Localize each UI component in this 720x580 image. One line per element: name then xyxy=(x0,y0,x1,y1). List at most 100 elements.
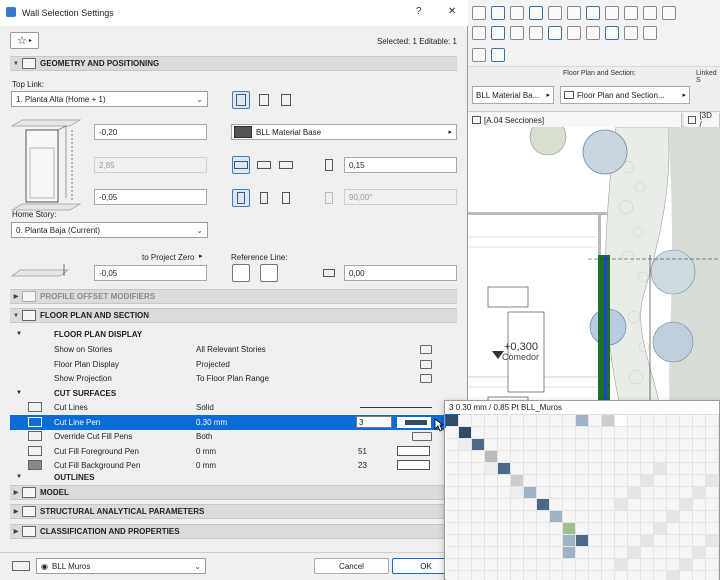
pen-swatch[interactable] xyxy=(472,535,485,547)
pen-swatch[interactable] xyxy=(576,499,589,511)
pen-swatch[interactable] xyxy=(641,523,654,535)
pen-swatch[interactable] xyxy=(511,547,524,559)
pen-swatch[interactable] xyxy=(459,427,472,439)
pen-swatch[interactable] xyxy=(602,451,615,463)
pen-swatch[interactable] xyxy=(706,535,719,547)
pen-swatch[interactable] xyxy=(498,535,511,547)
pen-swatch[interactable] xyxy=(563,523,576,535)
pen-swatch[interactable] xyxy=(589,547,602,559)
pen-swatch[interactable] xyxy=(485,523,498,535)
pen-swatch[interactable] xyxy=(628,523,641,535)
pen-swatch[interactable] xyxy=(589,427,602,439)
pen-swatch[interactable] xyxy=(446,463,459,475)
pen-swatch[interactable] xyxy=(550,427,563,439)
view-tab-3d[interactable]: [3D / xyxy=(684,111,720,129)
top-link-dropdown[interactable]: 1. Planta Alta (Home + 1) ⌄ xyxy=(11,91,208,107)
pen-swatch[interactable] xyxy=(628,463,641,475)
pen-swatch[interactable] xyxy=(628,439,641,451)
pen-swatch[interactable] xyxy=(589,571,602,580)
tree-row-cut-lines[interactable]: Cut Lines Solid xyxy=(10,400,444,415)
pen-swatch[interactable] xyxy=(498,571,511,580)
pen-swatch[interactable] xyxy=(589,463,602,475)
pen-swatch[interactable] xyxy=(576,475,589,487)
pen-swatch[interactable] xyxy=(459,475,472,487)
pen-swatch[interactable] xyxy=(602,439,615,451)
pen-swatch[interactable] xyxy=(615,535,628,547)
pen-swatch[interactable] xyxy=(498,499,511,511)
pen-swatch[interactable] xyxy=(693,463,706,475)
tree-row-show-projection[interactable]: Show Projection To Floor Plan Range xyxy=(10,371,444,386)
pen-swatch[interactable] xyxy=(550,463,563,475)
pen-swatch[interactable] xyxy=(602,523,615,535)
pen-swatch[interactable] xyxy=(667,535,680,547)
pen-swatch[interactable] xyxy=(498,511,511,523)
pen-swatch[interactable] xyxy=(615,559,628,571)
pen-swatch[interactable] xyxy=(615,451,628,463)
pen-swatch[interactable] xyxy=(602,535,615,547)
pen-swatch[interactable] xyxy=(576,535,589,547)
pen-swatch[interactable] xyxy=(641,451,654,463)
pen-swatch[interactable] xyxy=(446,487,459,499)
pen-swatch[interactable] xyxy=(706,427,719,439)
pen-swatch[interactable] xyxy=(589,523,602,535)
pen-swatch[interactable] xyxy=(602,559,615,571)
pen-swatch[interactable] xyxy=(667,559,680,571)
pen-swatch[interactable] xyxy=(706,415,719,427)
tree-row-fg-pen[interactable]: Cut Fill Foreground Pen 0 mm 51 xyxy=(10,444,444,459)
pen-swatch[interactable] xyxy=(485,535,498,547)
trash-icon[interactable] xyxy=(586,6,600,20)
pen-swatch[interactable] xyxy=(641,415,654,427)
pen-swatch[interactable] xyxy=(550,523,563,535)
pen-swatch[interactable] xyxy=(628,427,641,439)
pen-swatch[interactable] xyxy=(680,439,693,451)
pen-swatch[interactable] xyxy=(537,523,550,535)
pen-swatch[interactable] xyxy=(654,439,667,451)
pen-swatch[interactable] xyxy=(537,535,550,547)
geometry-straight-icon[interactable] xyxy=(232,189,250,207)
cut-line-pen-picker[interactable] xyxy=(396,415,432,429)
pen-swatch[interactable] xyxy=(537,559,550,571)
pen-swatch[interactable] xyxy=(576,451,589,463)
pen-swatch[interactable] xyxy=(667,571,680,580)
pen-swatch[interactable] xyxy=(589,535,602,547)
distribute-icon[interactable] xyxy=(624,26,638,40)
pen-swatch[interactable] xyxy=(654,487,667,499)
tree-row-show-on-stories[interactable]: Show on Stories All Relevant Stories xyxy=(10,342,444,357)
pen-swatch[interactable] xyxy=(602,475,615,487)
pen-swatch[interactable] xyxy=(641,559,654,571)
pen-swatch[interactable] xyxy=(628,451,641,463)
geometry-section-header[interactable]: ▼ GEOMETRY AND POSITIONING xyxy=(10,56,457,71)
pen-swatch[interactable] xyxy=(550,475,563,487)
select-icon[interactable] xyxy=(491,6,505,20)
rotate-icon[interactable] xyxy=(472,26,486,40)
pen-swatch[interactable] xyxy=(472,427,485,439)
pen-swatch[interactable] xyxy=(472,511,485,523)
view-tab-secciones[interactable]: [A.04 Secciones] xyxy=(468,113,682,127)
offset-icon[interactable] xyxy=(548,26,562,40)
pen-swatch[interactable] xyxy=(602,427,615,439)
pen-swatch[interactable] xyxy=(654,547,667,559)
pen-swatch[interactable] xyxy=(654,535,667,547)
pen-swatch[interactable] xyxy=(667,463,680,475)
pen-swatch[interactable] xyxy=(446,523,459,535)
pen-swatch[interactable] xyxy=(446,511,459,523)
pen-swatch[interactable] xyxy=(654,475,667,487)
project-zero-field[interactable]: -0,05 xyxy=(94,265,207,281)
pen-swatch[interactable] xyxy=(628,415,641,427)
pen-swatch[interactable] xyxy=(602,511,615,523)
pen-swatch[interactable] xyxy=(498,547,511,559)
pen-swatch[interactable] xyxy=(680,487,693,499)
pen-swatch[interactable] xyxy=(693,475,706,487)
pen-swatch[interactable] xyxy=(537,439,550,451)
pen-swatch[interactable] xyxy=(472,439,485,451)
pen-swatch[interactable] xyxy=(693,511,706,523)
close-button[interactable]: ✕ xyxy=(448,6,456,17)
trim-icon[interactable] xyxy=(567,26,581,40)
pen-swatch[interactable] xyxy=(524,511,537,523)
move-icon[interactable] xyxy=(510,26,524,40)
pen-swatch[interactable] xyxy=(615,547,628,559)
pet-palette-icon[interactable] xyxy=(472,48,486,62)
pen-swatch[interactable] xyxy=(511,535,524,547)
pen-swatch[interactable] xyxy=(446,475,459,487)
pen-swatch[interactable] xyxy=(680,451,693,463)
